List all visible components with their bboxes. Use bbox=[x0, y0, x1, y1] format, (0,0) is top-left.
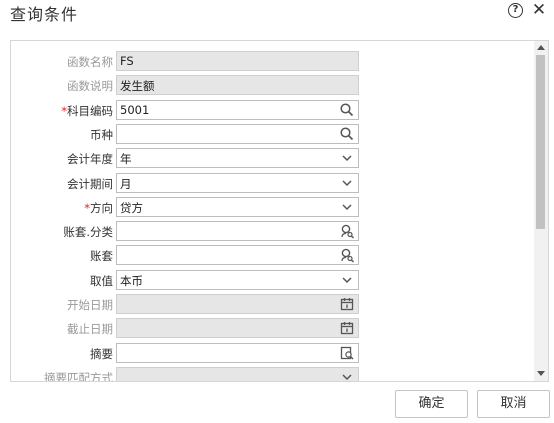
search-icon[interactable] bbox=[339, 102, 355, 118]
form-row: *科目编码 5001 bbox=[11, 100, 531, 122]
field-value: 贷方 bbox=[120, 201, 143, 215]
field-label-text: 科目编码 bbox=[67, 104, 113, 118]
picker-input[interactable] bbox=[116, 343, 359, 363]
calendar-icon[interactable] bbox=[339, 296, 355, 312]
form-row: 账套.分类 bbox=[11, 221, 531, 243]
field-label-text: 函数说明 bbox=[67, 79, 113, 93]
form-panel: 函数名称 FS 函数说明 发生额 *科目编码 5001 币种 会计年度年会计期间月 *方向 贷方账… bbox=[10, 40, 549, 382]
form-row: 摘要匹配方式 bbox=[11, 367, 531, 382]
select-input[interactable]: 本币 bbox=[116, 270, 359, 290]
chevron-down-icon[interactable] bbox=[339, 175, 355, 191]
field-label: *方向 bbox=[11, 200, 113, 216]
field-label-text: 摘要 bbox=[90, 347, 113, 361]
field-label: 取值 bbox=[11, 273, 113, 289]
user-search-icon[interactable] bbox=[339, 223, 355, 239]
form-row: 会计期间月 bbox=[11, 173, 531, 195]
chevron-down-icon[interactable] bbox=[339, 150, 355, 166]
user-search-icon[interactable] bbox=[339, 247, 355, 263]
field-value: 年 bbox=[120, 152, 132, 166]
field-label: 会计期间 bbox=[11, 176, 113, 192]
search-input[interactable] bbox=[116, 124, 359, 144]
document-search-icon[interactable] bbox=[339, 345, 355, 361]
form-row: 截止日期 bbox=[11, 318, 531, 340]
dialog-title: 查询条件 bbox=[10, 5, 79, 24]
field-label-text: 方向 bbox=[90, 201, 113, 215]
field-label-text: 函数名称 bbox=[67, 55, 113, 69]
field-label: 函数名称 bbox=[11, 54, 113, 70]
field-label: 函数说明 bbox=[11, 78, 113, 94]
field-label-text: 截止日期 bbox=[67, 322, 113, 336]
form-row: 币种 bbox=[11, 124, 531, 146]
search-icon[interactable] bbox=[339, 126, 355, 142]
form-row: 会计年度年 bbox=[11, 148, 531, 170]
help-circle-icon[interactable]: ? bbox=[508, 3, 523, 18]
calendar-icon[interactable] bbox=[339, 320, 355, 336]
date-input bbox=[116, 318, 359, 338]
field-value: 发生额 bbox=[120, 79, 155, 93]
field-label-text: 会计期间 bbox=[67, 177, 113, 191]
field-label: 摘要匹配方式 bbox=[11, 370, 113, 382]
form-row: *方向 贷方 bbox=[11, 197, 531, 219]
form-row: 开始日期 bbox=[11, 294, 531, 316]
field-label: 账套 bbox=[11, 248, 113, 264]
field-label: 摘要 bbox=[11, 346, 113, 362]
field-label: *科目编码 bbox=[11, 103, 113, 119]
scrollbar-thumb[interactable] bbox=[536, 55, 545, 229]
field-value: 本币 bbox=[120, 274, 143, 288]
form-row: 摘要 bbox=[11, 343, 531, 365]
field-label-text: 币种 bbox=[90, 128, 113, 142]
field-label-text: 账套 bbox=[90, 249, 113, 263]
form-row: 函数说明 发生额 bbox=[11, 75, 531, 97]
field-label: 截止日期 bbox=[11, 321, 113, 337]
field-label: 币种 bbox=[11, 127, 113, 143]
field-value: FS bbox=[120, 54, 134, 68]
lookup-input[interactable] bbox=[116, 221, 359, 241]
form-row: 取值 本币 bbox=[11, 270, 531, 292]
lookup-input[interactable] bbox=[116, 245, 359, 265]
field-value: 月 bbox=[120, 177, 132, 191]
text-input: 发生额 bbox=[116, 75, 359, 95]
chevron-down-icon bbox=[339, 369, 355, 381]
confirm-button[interactable]: 确定 bbox=[395, 390, 468, 418]
field-label: 账套.分类 bbox=[11, 224, 113, 240]
select-input[interactable]: 年 bbox=[116, 148, 359, 168]
scroll-up-arrow-icon[interactable] bbox=[537, 45, 545, 50]
field-label: 会计年度 bbox=[11, 151, 113, 167]
form-row: 账套 bbox=[11, 245, 531, 267]
chevron-down-icon[interactable] bbox=[339, 199, 355, 215]
select-input bbox=[116, 367, 359, 381]
form-row: 函数名称 FS bbox=[11, 51, 531, 73]
vertical-scrollbar[interactable] bbox=[534, 41, 548, 381]
date-input bbox=[116, 294, 359, 314]
field-value: 5001 bbox=[120, 103, 150, 117]
query-conditions-dialog: 查询条件 ? ✕ 函数名称 FS 函数说明 发生额 *科目编码 5001 币种 会计年度年会计… bbox=[0, 0, 554, 423]
text-input: FS bbox=[116, 51, 359, 71]
search-input[interactable]: 5001 bbox=[116, 100, 359, 120]
close-icon[interactable]: ✕ bbox=[531, 0, 547, 20]
select-input[interactable]: 贷方 bbox=[116, 197, 359, 217]
field-label-text: 摘要匹配方式 bbox=[44, 371, 113, 382]
cancel-button[interactable]: 取消 bbox=[477, 390, 550, 418]
field-label-text: 会计年度 bbox=[67, 152, 113, 166]
field-label-text: 开始日期 bbox=[67, 298, 113, 312]
scroll-down-arrow-icon[interactable] bbox=[537, 371, 545, 376]
field-label-text: 账套.分类 bbox=[63, 225, 113, 239]
select-input[interactable]: 月 bbox=[116, 173, 359, 193]
chevron-down-icon[interactable] bbox=[339, 272, 355, 288]
dialog-titlebar: 查询条件 ? ✕ bbox=[0, 0, 554, 26]
field-label-text: 取值 bbox=[90, 274, 113, 288]
field-label: 开始日期 bbox=[11, 297, 113, 313]
